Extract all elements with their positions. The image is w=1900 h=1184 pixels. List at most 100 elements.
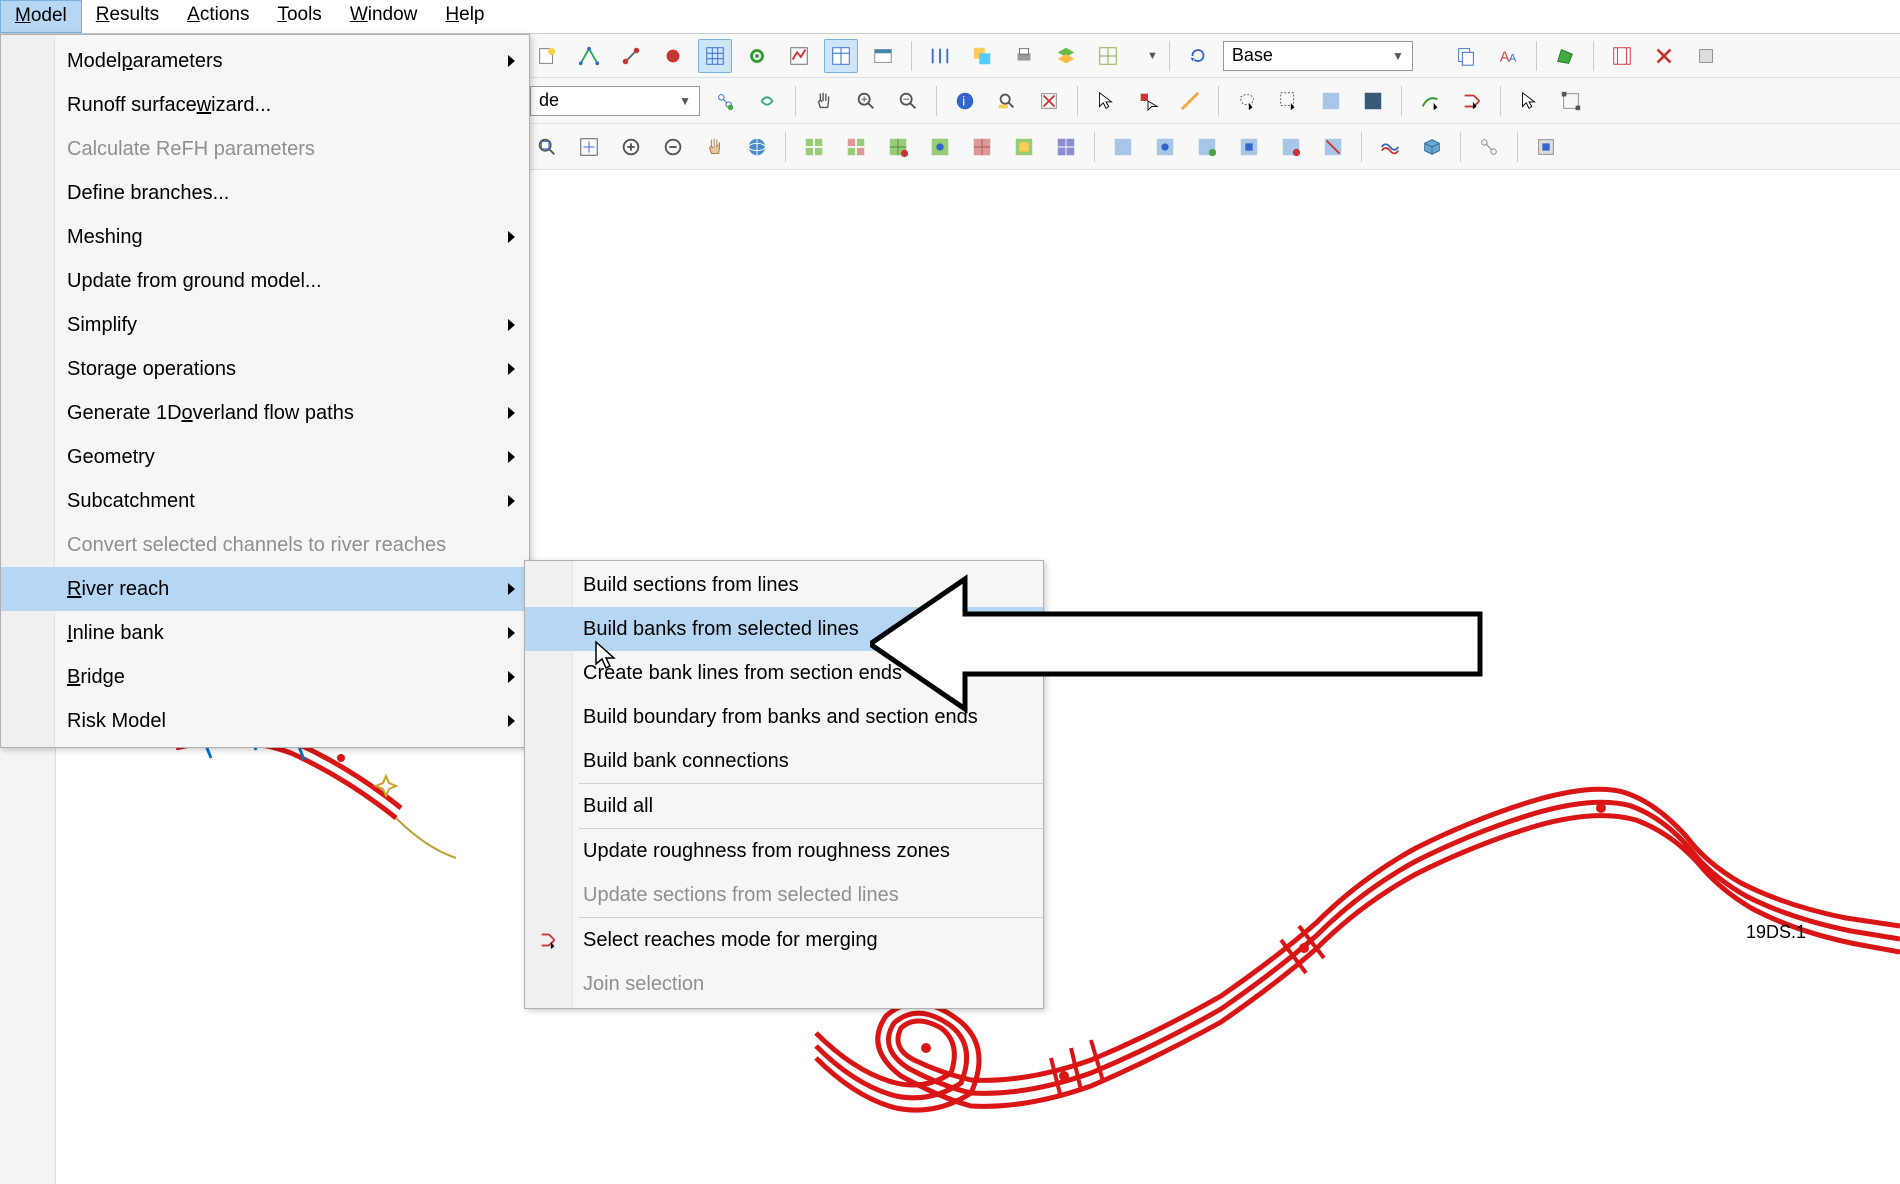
scenario-value: Base (1232, 45, 1273, 66)
mode-combo[interactable]: de▼ (530, 86, 700, 116)
tool-btn-pick-icon[interactable] (1131, 84, 1165, 118)
model-menu-item-12[interactable]: River reach (1, 567, 529, 611)
tool-btn-blue2-icon[interactable] (1148, 130, 1182, 164)
tool-btn-3d-icon[interactable] (1415, 130, 1449, 164)
tool-btn-zoom-in-icon[interactable] (849, 84, 883, 118)
tool-btn-zoom-in2-icon[interactable] (614, 130, 648, 164)
tool-btn-info-icon[interactable]: i (948, 84, 982, 118)
tool-btn-new-icon[interactable] (530, 39, 564, 73)
tool-btn-zoom-out-icon[interactable] (891, 84, 925, 118)
tool-btn-window-icon[interactable] (866, 39, 900, 73)
model-menu-item-1[interactable]: Runoff surface wizard... (1, 83, 529, 127)
separator-icon (795, 86, 796, 116)
tool-btn-cursor-icon[interactable] (1512, 84, 1546, 118)
submenu-item-label: Build all (583, 795, 653, 818)
menu-tools[interactable]: Tools (263, 0, 335, 33)
tool-btn-gear-icon[interactable] (740, 39, 774, 73)
tool-btn-area-icon[interactable] (1314, 84, 1348, 118)
river-submenu-item-8[interactable]: Update roughness from roughness zones (525, 829, 1043, 873)
model-menu-item-0[interactable]: Model parameters (1, 39, 529, 83)
river-submenu-item-11[interactable]: Select reaches mode for merging (525, 918, 1043, 962)
model-menu-item-15[interactable]: Risk Model (1, 699, 529, 743)
model-menu-item-9[interactable]: Geometry (1, 435, 529, 479)
scenario-combo[interactable]: Base▼ (1223, 41, 1413, 71)
tool-btn-mesh-icon[interactable] (1091, 39, 1125, 73)
tool-btn-copy-icon[interactable] (1449, 39, 1483, 73)
tool-btn-polygon-icon[interactable] (1548, 39, 1582, 73)
menu-results[interactable]: Results (82, 0, 173, 33)
tool-btn-blue5-icon[interactable] (1274, 130, 1308, 164)
model-menu-item-8[interactable]: Generate 1D overland flow paths (1, 391, 529, 435)
tool-btn-text-icon[interactable]: AA (1491, 39, 1525, 73)
river-submenu-item-9: Update sections from selected lines (525, 873, 1043, 917)
tool-btn-select-icon[interactable] (708, 84, 742, 118)
menu-help[interactable]: Help (431, 0, 498, 33)
tool-btn-zoom-out2-icon[interactable] (656, 130, 690, 164)
river-submenu-item-4[interactable]: Build bank connections (525, 739, 1043, 783)
tool-btn-wave-icon[interactable] (1373, 130, 1407, 164)
tool-btn-bounds-icon[interactable] (1554, 84, 1588, 118)
tool-btn-blue1-icon[interactable] (1106, 130, 1140, 164)
tool-btn-merge-icon[interactable] (1455, 84, 1489, 118)
tool-btn-grid2-icon[interactable] (839, 130, 873, 164)
tool-btn-node-icon[interactable] (614, 39, 648, 73)
tool-btn-table-icon[interactable] (824, 39, 858, 73)
tool-btn-flag-icon[interactable] (656, 39, 690, 73)
tool-btn-lasso-icon[interactable] (1230, 84, 1264, 118)
river-submenu-item-12: Join selection (525, 962, 1043, 1006)
tool-btn-clear-icon[interactable] (1032, 84, 1066, 118)
tool-btn-globe-icon[interactable] (740, 130, 774, 164)
tool-btn-grid4-icon[interactable] (923, 130, 957, 164)
river-submenu-item-6[interactable]: Build all (525, 784, 1043, 828)
tool-btn-print-icon[interactable] (1007, 39, 1041, 73)
model-menu-item-14[interactable]: Bridge (1, 655, 529, 699)
tool-btn-zoom-ext-icon[interactable] (572, 130, 606, 164)
separator-icon (1460, 132, 1461, 162)
model-menu-item-5[interactable]: Update from ground model... (1, 259, 529, 303)
model-menu-item-3[interactable]: Define branches... (1, 171, 529, 215)
tool-btn-grid1-icon[interactable] (797, 130, 831, 164)
tool-btn-stack-icon[interactable] (1049, 39, 1083, 73)
tool-btn-link2-icon[interactable] (1472, 130, 1506, 164)
separator-icon (785, 132, 786, 162)
tool-btn-link-icon[interactable] (750, 84, 784, 118)
tool-btn-dark-icon[interactable] (1356, 84, 1390, 118)
merge-mode-icon (535, 926, 563, 954)
menu-model[interactable]: Model (0, 0, 82, 33)
tool-btn-route-icon[interactable] (1413, 84, 1447, 118)
tool-btn-misc-icon[interactable] (1689, 39, 1723, 73)
menu-actions[interactable]: Actions (173, 0, 263, 33)
tool-btn-blue4-icon[interactable] (1232, 130, 1266, 164)
tool-btn-layers-icon[interactable] (965, 39, 999, 73)
tool-btn-rect-sel-icon[interactable] (1272, 84, 1306, 118)
tool-btn-ruler-icon[interactable] (923, 39, 957, 73)
tool-btn-break-icon[interactable] (572, 39, 606, 73)
tool-btn-find-icon[interactable] (990, 84, 1024, 118)
svg-text:A: A (1509, 52, 1517, 64)
tool-btn-grid5-icon[interactable] (965, 130, 999, 164)
tool-btn-grid6-icon[interactable] (1007, 130, 1041, 164)
tool-btn-close-icon[interactable] (1647, 39, 1681, 73)
tool-btn-grid3-icon[interactable] (881, 130, 915, 164)
tool-btn-measure-icon[interactable] (1173, 84, 1207, 118)
tool-btn-blue6-icon[interactable] (1316, 130, 1350, 164)
model-menu-item-10[interactable]: Subcatchment (1, 479, 529, 523)
model-menu-item-6[interactable]: Simplify (1, 303, 529, 347)
tool-btn-refresh-icon[interactable] (1181, 39, 1215, 73)
model-menu-item-7[interactable]: Storage operations (1, 347, 529, 391)
model-menu-item-13[interactable]: Inline bank (1, 611, 529, 655)
menu-window[interactable]: Window (336, 0, 432, 33)
model-menu-item-11: Convert selected channels to river reach… (1, 523, 529, 567)
tool-btn-fit-icon[interactable] (530, 130, 564, 164)
tool-btn-blue3-icon[interactable] (1190, 130, 1224, 164)
tool-btn-pan-icon[interactable] (807, 84, 841, 118)
tool-btn-sections-icon[interactable] (1605, 39, 1639, 73)
tool-btn-chart-icon[interactable] (782, 39, 816, 73)
model-menu-item-4[interactable]: Meshing (1, 215, 529, 259)
tool-btn-hand-icon[interactable] (698, 130, 732, 164)
tool-btn-grid7-icon[interactable] (1049, 130, 1083, 164)
tool-btn-pointer-icon[interactable] (1089, 84, 1123, 118)
tool-btn-grid-icon[interactable] (698, 39, 732, 73)
submenu-item-label: Update roughness from roughness zones (583, 840, 950, 863)
tool-btn-final-icon[interactable] (1529, 130, 1563, 164)
